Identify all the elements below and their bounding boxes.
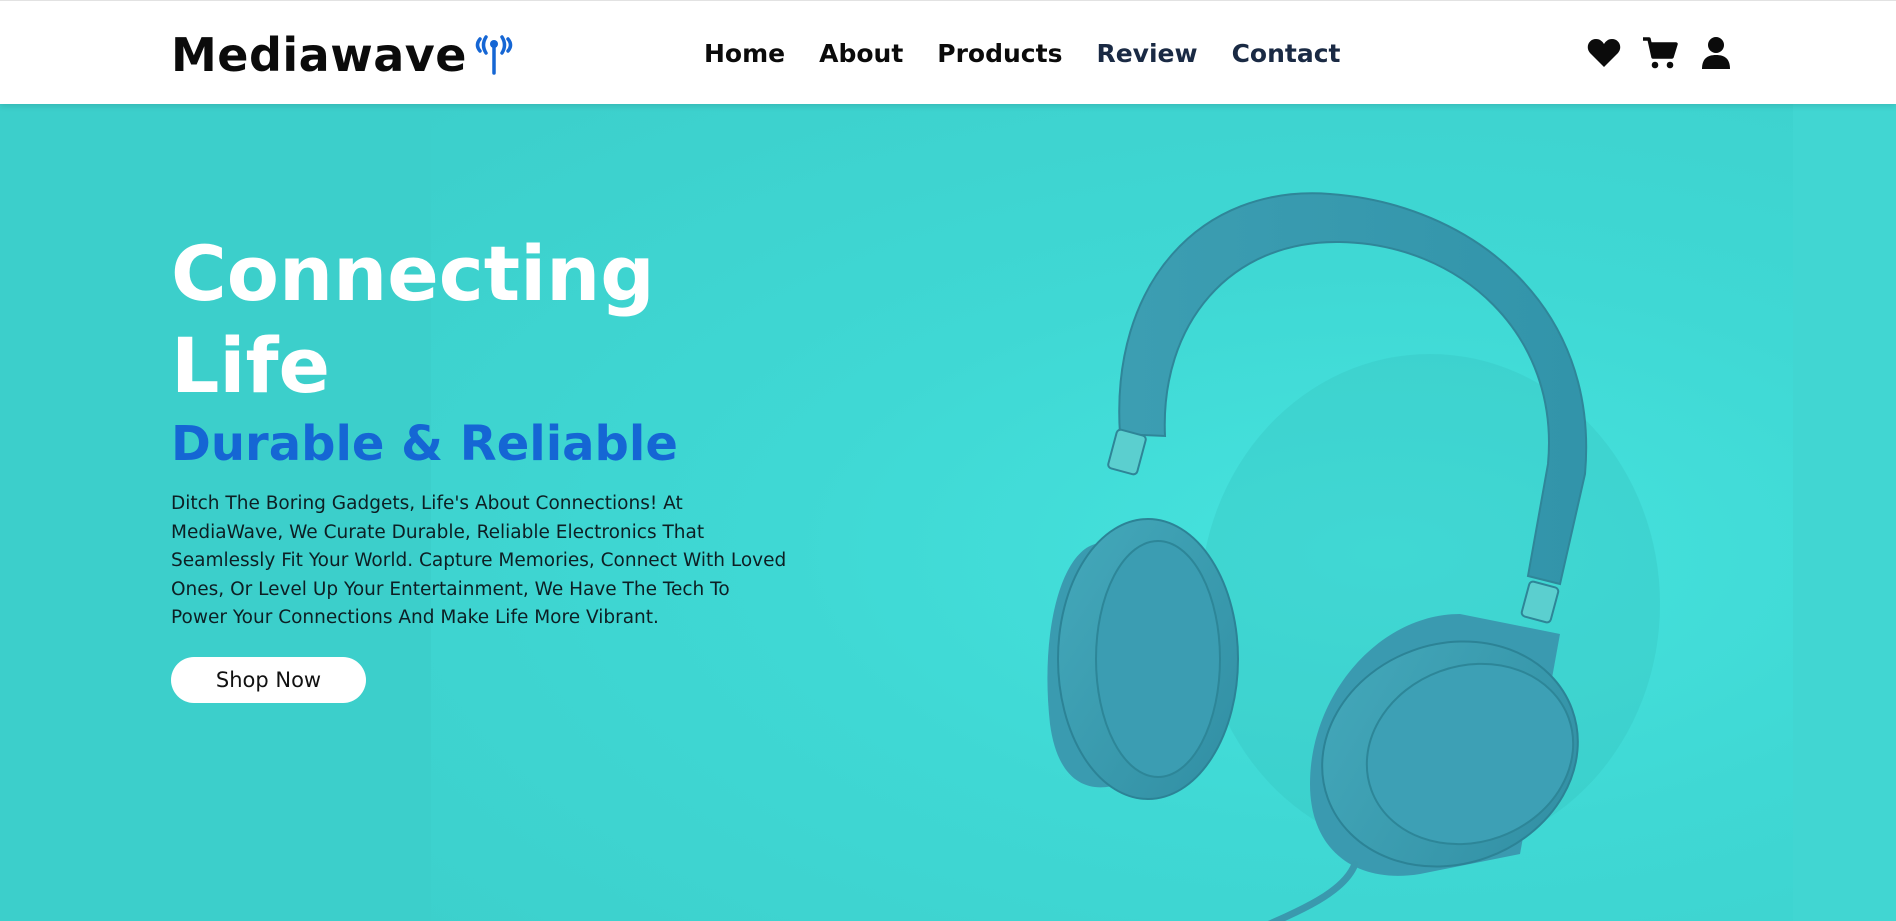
hero-description: Ditch The Boring Gadgets, Life's About C… — [171, 493, 787, 628]
nav-products[interactable]: Products — [937, 37, 1062, 71]
wishlist-button[interactable] — [1586, 35, 1622, 71]
main-nav: Home About Products Review Contact — [704, 37, 1375, 71]
site-header: Mediawave Home About Products Review Con… — [0, 0, 1896, 104]
hero-subtitle: Durable & Reliable — [171, 416, 678, 472]
nav-review[interactable]: Review — [1096, 37, 1197, 71]
heart-icon — [1587, 39, 1621, 67]
nav-home[interactable]: Home — [704, 37, 785, 71]
hero-right-edge — [1793, 104, 1896, 921]
hero-section: Connecting Life Durable & Reliable Ditch… — [0, 104, 1896, 921]
headphones-image — [1047, 192, 1660, 921]
brand-logo[interactable]: Mediawave — [171, 27, 519, 83]
nav-about[interactable]: About — [819, 37, 903, 71]
shop-now-button[interactable]: Shop Now — [171, 657, 366, 703]
user-icon — [1702, 37, 1730, 69]
antenna-signal-icon — [475, 35, 513, 75]
cart-icon — [1643, 37, 1678, 69]
brand-name: Mediawave — [171, 28, 467, 82]
account-button[interactable] — [1698, 35, 1734, 71]
header-actions — [1586, 35, 1734, 71]
nav-contact[interactable]: Contact — [1232, 37, 1341, 71]
cart-button[interactable] — [1642, 35, 1678, 71]
hero-title: Connecting Life — [171, 229, 655, 410]
